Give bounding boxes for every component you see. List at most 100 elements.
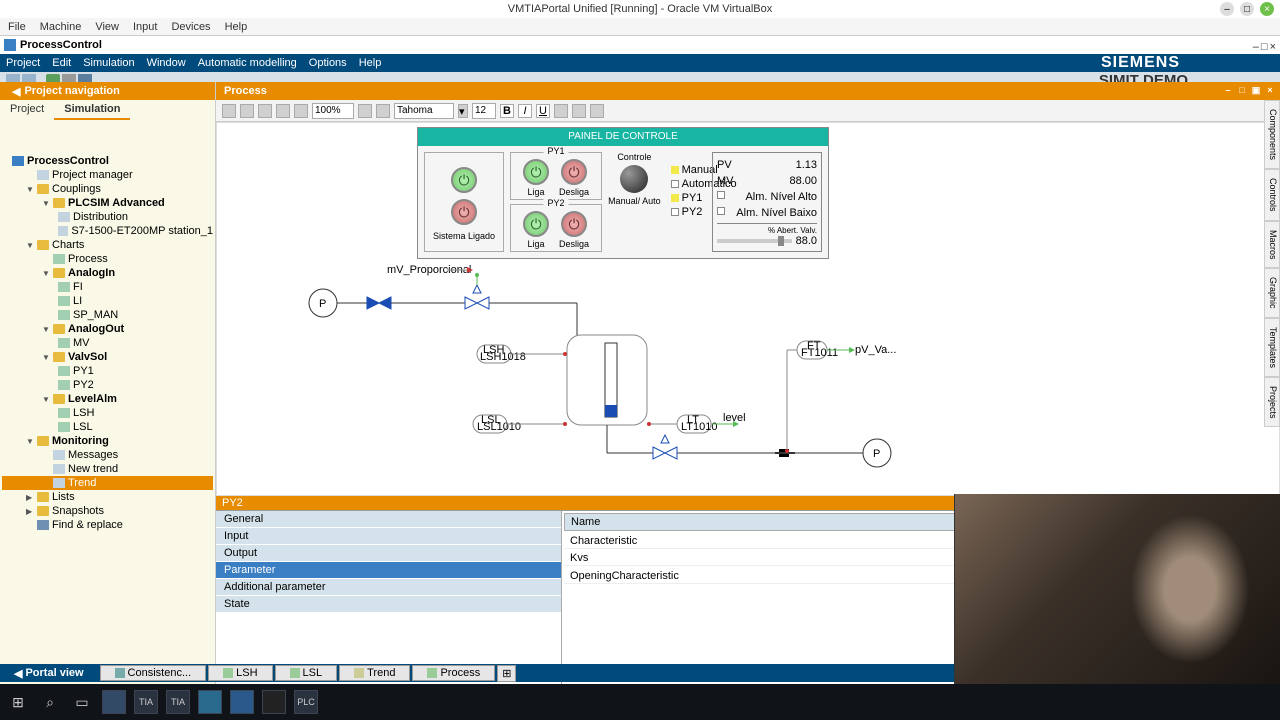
task-tia1[interactable]: TIA <box>134 690 158 714</box>
process-canvas[interactable]: PAINEL DE CONTROLE ⏻ ⏻ Sistema Ligado PY… <box>216 122 1280 496</box>
tree-analogin[interactable]: ▼AnalogIn <box>2 266 213 280</box>
tree-py2[interactable]: PY2 <box>2 378 213 392</box>
mode-knob[interactable] <box>620 165 648 193</box>
rtab-templates[interactable]: Templates <box>1264 318 1280 377</box>
menu-window[interactable]: Window <box>147 57 186 69</box>
menu-edit[interactable]: Edit <box>52 57 71 69</box>
task-tia2[interactable]: TIA <box>166 690 190 714</box>
font-input[interactable] <box>394 103 454 119</box>
start-icon[interactable]: ⊞ <box>6 690 30 714</box>
underline-icon[interactable]: U <box>536 104 550 118</box>
app-minimize-icon[interactable]: – <box>1253 41 1259 53</box>
menu-machine[interactable]: Machine <box>40 21 82 33</box>
tree-lsh[interactable]: LSH <box>2 406 213 420</box>
tree-project-manager[interactable]: Project manager <box>2 168 213 182</box>
tree-analogout[interactable]: ▼AnalogOut <box>2 322 213 336</box>
sistema-on-button[interactable]: ⏻ <box>451 167 477 193</box>
btab-lsl[interactable]: LSL <box>275 665 338 681</box>
italic-icon[interactable]: I <box>518 104 532 118</box>
zoom-input[interactable] <box>312 103 354 119</box>
panel-min-icon[interactable]: – <box>1222 85 1234 97</box>
color-icon[interactable] <box>554 104 568 118</box>
tree-station[interactable]: S7-1500-ET200MP station_1 <box>2 224 213 238</box>
tree-monitoring[interactable]: ▼Monitoring <box>2 434 213 448</box>
tool-redo-icon[interactable] <box>276 104 290 118</box>
font-drop-icon[interactable]: ▾ <box>458 104 468 118</box>
rtab-graphic[interactable]: Graphic <box>1264 268 1280 318</box>
tab-simulation[interactable]: Simulation <box>54 100 130 120</box>
tree-snapshots[interactable]: ▶Snapshots <box>2 504 213 518</box>
sect-addparam[interactable]: Additional parameter <box>216 579 561 596</box>
menu-help[interactable]: Help <box>359 57 382 69</box>
tool-grid-icon[interactable] <box>294 104 308 118</box>
tree-fi[interactable]: FI <box>2 280 213 294</box>
panel-restore-icon[interactable]: □ <box>1236 85 1248 97</box>
tree-li[interactable]: LI <box>2 294 213 308</box>
menu-devices[interactable]: Devices <box>171 21 210 33</box>
menu-view[interactable]: View <box>95 21 119 33</box>
task-app3[interactable] <box>230 690 254 714</box>
py2-liga-button[interactable]: ⏻ <box>523 211 549 237</box>
panel-max-icon[interactable]: ▣ <box>1250 85 1262 97</box>
rtab-projects[interactable]: Projects <box>1264 377 1280 428</box>
taskview-icon[interactable]: ▭ <box>70 690 94 714</box>
task-app2[interactable] <box>198 690 222 714</box>
btab-process[interactable]: Process <box>412 665 495 681</box>
search-icon[interactable]: ⌕ <box>38 690 62 714</box>
tree-messages[interactable]: Messages <box>2 448 213 462</box>
tool-select-icon[interactable] <box>240 104 254 118</box>
tree-root[interactable]: ProcessControl <box>2 154 213 168</box>
panel-close-icon[interactable]: × <box>1264 85 1276 97</box>
py2-desliga-button[interactable]: ⏻ <box>561 211 587 237</box>
menu-automodel[interactable]: Automatic modelling <box>198 57 297 69</box>
menu-simulation[interactable]: Simulation <box>83 57 134 69</box>
tree-newtrend[interactable]: New trend <box>2 462 213 476</box>
sect-general[interactable]: General <box>216 511 561 528</box>
sect-state[interactable]: State <box>216 596 561 613</box>
rtab-components[interactable]: Components <box>1264 100 1280 169</box>
menu-options[interactable]: Options <box>309 57 347 69</box>
close-icon[interactable]: × <box>1260 2 1274 16</box>
btab-add[interactable]: ⊞ <box>497 665 516 682</box>
sect-parameter[interactable]: Parameter <box>216 562 561 579</box>
align-icon[interactable] <box>590 104 604 118</box>
minimize-icon[interactable]: – <box>1220 2 1234 16</box>
tree-spman[interactable]: SP_MAN <box>2 308 213 322</box>
tree-levelalm[interactable]: ▼LevelAlm <box>2 392 213 406</box>
tree-process[interactable]: Process <box>2 252 213 266</box>
py1-desliga-button[interactable]: ⏻ <box>561 159 587 185</box>
tool-undo-icon[interactable] <box>258 104 272 118</box>
task-app4[interactable] <box>262 690 286 714</box>
fill-icon[interactable] <box>572 104 586 118</box>
task-plc[interactable]: PLC <box>294 690 318 714</box>
tree-distribution[interactable]: Distribution <box>2 210 213 224</box>
menu-input[interactable]: Input <box>133 21 157 33</box>
sect-input[interactable]: Input <box>216 528 561 545</box>
menu-project[interactable]: Project <box>6 57 40 69</box>
fontsize-input[interactable] <box>472 103 496 119</box>
sect-output[interactable]: Output <box>216 545 561 562</box>
tree-valvsol[interactable]: ▼ValvSol <box>2 350 213 364</box>
tree-plcsim[interactable]: ▼PLCSIM Advanced <box>2 196 213 210</box>
btab-trend[interactable]: Trend <box>339 665 410 681</box>
sistema-off-button[interactable]: ⏻ <box>451 199 477 225</box>
menu-file[interactable]: File <box>8 21 26 33</box>
portal-view-button[interactable]: ◀ Portal view <box>2 666 98 681</box>
tree-findreplace[interactable]: Find & replace <box>2 518 213 532</box>
rtab-macros[interactable]: Macros <box>1264 221 1280 269</box>
btab-lsh[interactable]: LSH <box>208 665 272 681</box>
tree-py1[interactable]: PY1 <box>2 364 213 378</box>
tree-lists[interactable]: ▶Lists <box>2 490 213 504</box>
valve-slider[interactable] <box>717 239 792 243</box>
tree-couplings[interactable]: ▼Couplings <box>2 182 213 196</box>
zoom-out-icon[interactable] <box>376 104 390 118</box>
btab-consist[interactable]: Consistenc... <box>100 665 207 681</box>
tree-charts[interactable]: ▼Charts <box>2 238 213 252</box>
tree-trend[interactable]: Trend <box>2 476 213 490</box>
app-close-icon[interactable]: × <box>1270 41 1276 53</box>
py1-liga-button[interactable]: ⏻ <box>523 159 549 185</box>
tree-lsl[interactable]: LSL <box>2 420 213 434</box>
bold-icon[interactable]: B <box>500 104 514 118</box>
rtab-controls[interactable]: Controls <box>1264 169 1280 221</box>
task-app1[interactable] <box>102 690 126 714</box>
